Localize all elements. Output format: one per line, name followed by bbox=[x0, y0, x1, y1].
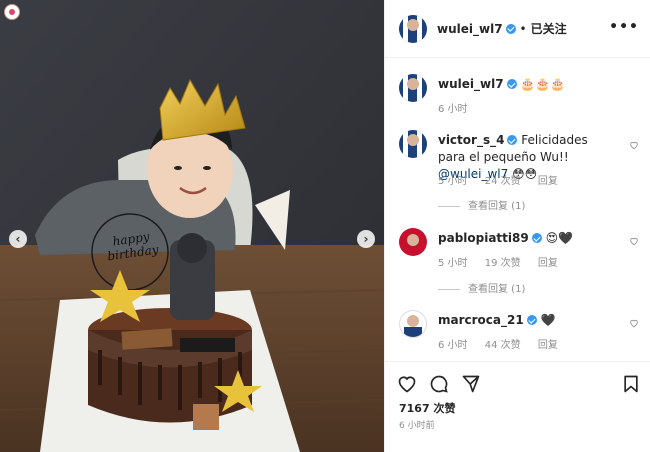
replies-divider-line bbox=[438, 205, 460, 207]
comment-icon[interactable] bbox=[429, 374, 449, 394]
comment-item: pablopiatti89 😍🖤 5 小时 19 次赞 回复 查看回复 (1) bbox=[399, 228, 639, 298]
verified-badge-icon bbox=[506, 79, 517, 89]
comment-meta: 6 小时 44 次赞 回复 bbox=[438, 336, 572, 351]
avatar[interactable] bbox=[399, 74, 427, 102]
comment-time[interactable]: 5 小时 bbox=[438, 176, 468, 187]
comment-item: victor_s_4 Felicidades para el pequeño W… bbox=[399, 130, 639, 212]
comment-reply-button[interactable]: 回复 bbox=[538, 340, 558, 351]
avatar[interactable] bbox=[399, 14, 427, 43]
likes-number: 7167 bbox=[399, 402, 430, 415]
following-button[interactable]: 已关注 bbox=[531, 20, 567, 37]
comment-body: marcroca_21 🖤 bbox=[438, 312, 618, 329]
like-comment-heart-icon[interactable] bbox=[629, 140, 639, 150]
more-options-icon[interactable]: ••• bbox=[609, 19, 639, 35]
comment-likes[interactable]: 24 次赞 bbox=[485, 176, 521, 187]
likes-label: 次赞 bbox=[433, 402, 456, 415]
heart-icon[interactable] bbox=[397, 374, 417, 394]
instagram-post: ‹ › happy birthday wulei_wl7 • 已关注 ••• w… bbox=[0, 0, 650, 452]
view-replies-label[interactable]: 查看回复 (1) bbox=[468, 201, 525, 212]
comment-item: marcroca_21 🖤 6 小时 44 次赞 回复 bbox=[399, 310, 639, 351]
previous-photo-button[interactable]: ‹ bbox=[9, 230, 27, 248]
comment-likes[interactable]: 44 次赞 bbox=[485, 340, 521, 351]
caption: wulei_wl7 🎂🎂🎂 6 小时 bbox=[399, 74, 639, 134]
avatar[interactable] bbox=[399, 228, 427, 256]
view-replies-label[interactable]: 查看回复 (1) bbox=[468, 284, 525, 295]
post-side-panel: wulei_wl7 • 已关注 ••• wulei_wl7 🎂🎂🎂 6 小时 v… bbox=[384, 0, 650, 452]
verified-badge-icon bbox=[505, 23, 516, 34]
post-actions: 7167 次赞 6 小时前 bbox=[385, 361, 650, 452]
replies-divider-line bbox=[438, 288, 460, 290]
verified-badge-icon bbox=[531, 233, 542, 243]
comment-username[interactable]: marcroca_21 bbox=[438, 313, 524, 327]
comment-meta: 5 小时 19 次赞 回复 bbox=[438, 254, 572, 269]
comments-list: wulei_wl7 🎂🎂🎂 6 小时 victor_s_4 Felicidade… bbox=[385, 58, 650, 358]
comment-time[interactable]: 5 小时 bbox=[438, 258, 468, 269]
caption-username[interactable]: wulei_wl7 bbox=[438, 77, 504, 91]
share-icon[interactable] bbox=[461, 374, 481, 394]
comment-reply-button[interactable]: 回复 bbox=[538, 258, 558, 269]
avatar[interactable] bbox=[399, 130, 427, 158]
comment-reply-button[interactable]: 回复 bbox=[538, 176, 558, 187]
caption-text: 🎂🎂🎂 bbox=[520, 77, 566, 91]
carousel-indicator-icon bbox=[5, 5, 19, 19]
next-photo-button[interactable]: › bbox=[357, 230, 375, 248]
post-header: wulei_wl7 • 已关注 ••• bbox=[385, 0, 650, 58]
post-username[interactable]: wulei_wl7 bbox=[437, 22, 503, 36]
separator-dot: • bbox=[519, 21, 527, 36]
comment-text: 😍🖤 bbox=[545, 231, 574, 245]
avatar[interactable] bbox=[399, 310, 427, 338]
like-comment-heart-icon[interactable] bbox=[629, 236, 639, 246]
comment-time[interactable]: 6 小时 bbox=[438, 340, 468, 351]
comment-username[interactable]: victor_s_4 bbox=[438, 133, 504, 147]
post-timestamp[interactable]: 6 小时前 bbox=[399, 418, 435, 431]
bookmark-icon[interactable] bbox=[621, 374, 641, 394]
view-replies-link[interactable]: 查看回复 (1) bbox=[438, 197, 525, 212]
comment-body: pablopiatti89 😍🖤 bbox=[438, 230, 618, 247]
comment-username[interactable]: pablopiatti89 bbox=[438, 231, 529, 245]
verified-badge-icon bbox=[526, 315, 537, 325]
verified-badge-icon bbox=[507, 135, 518, 145]
comment-text: 🖤 bbox=[540, 313, 556, 327]
caption-body: wulei_wl7 🎂🎂🎂 bbox=[438, 76, 618, 93]
view-replies-link[interactable]: 查看回复 (1) bbox=[438, 280, 525, 295]
like-comment-heart-icon[interactable] bbox=[629, 318, 639, 328]
comment-likes[interactable]: 19 次赞 bbox=[485, 258, 521, 269]
likes-count[interactable]: 7167 次赞 bbox=[399, 400, 455, 416]
post-photo[interactable]: ‹ › happy birthday bbox=[0, 0, 384, 452]
caption-meta: 6 小时 bbox=[438, 100, 482, 115]
birthday-photo-illustration bbox=[0, 0, 384, 452]
comment-meta: 5 小时 24 次赞 回复 bbox=[438, 172, 572, 187]
caption-time[interactable]: 6 小时 bbox=[438, 104, 468, 115]
